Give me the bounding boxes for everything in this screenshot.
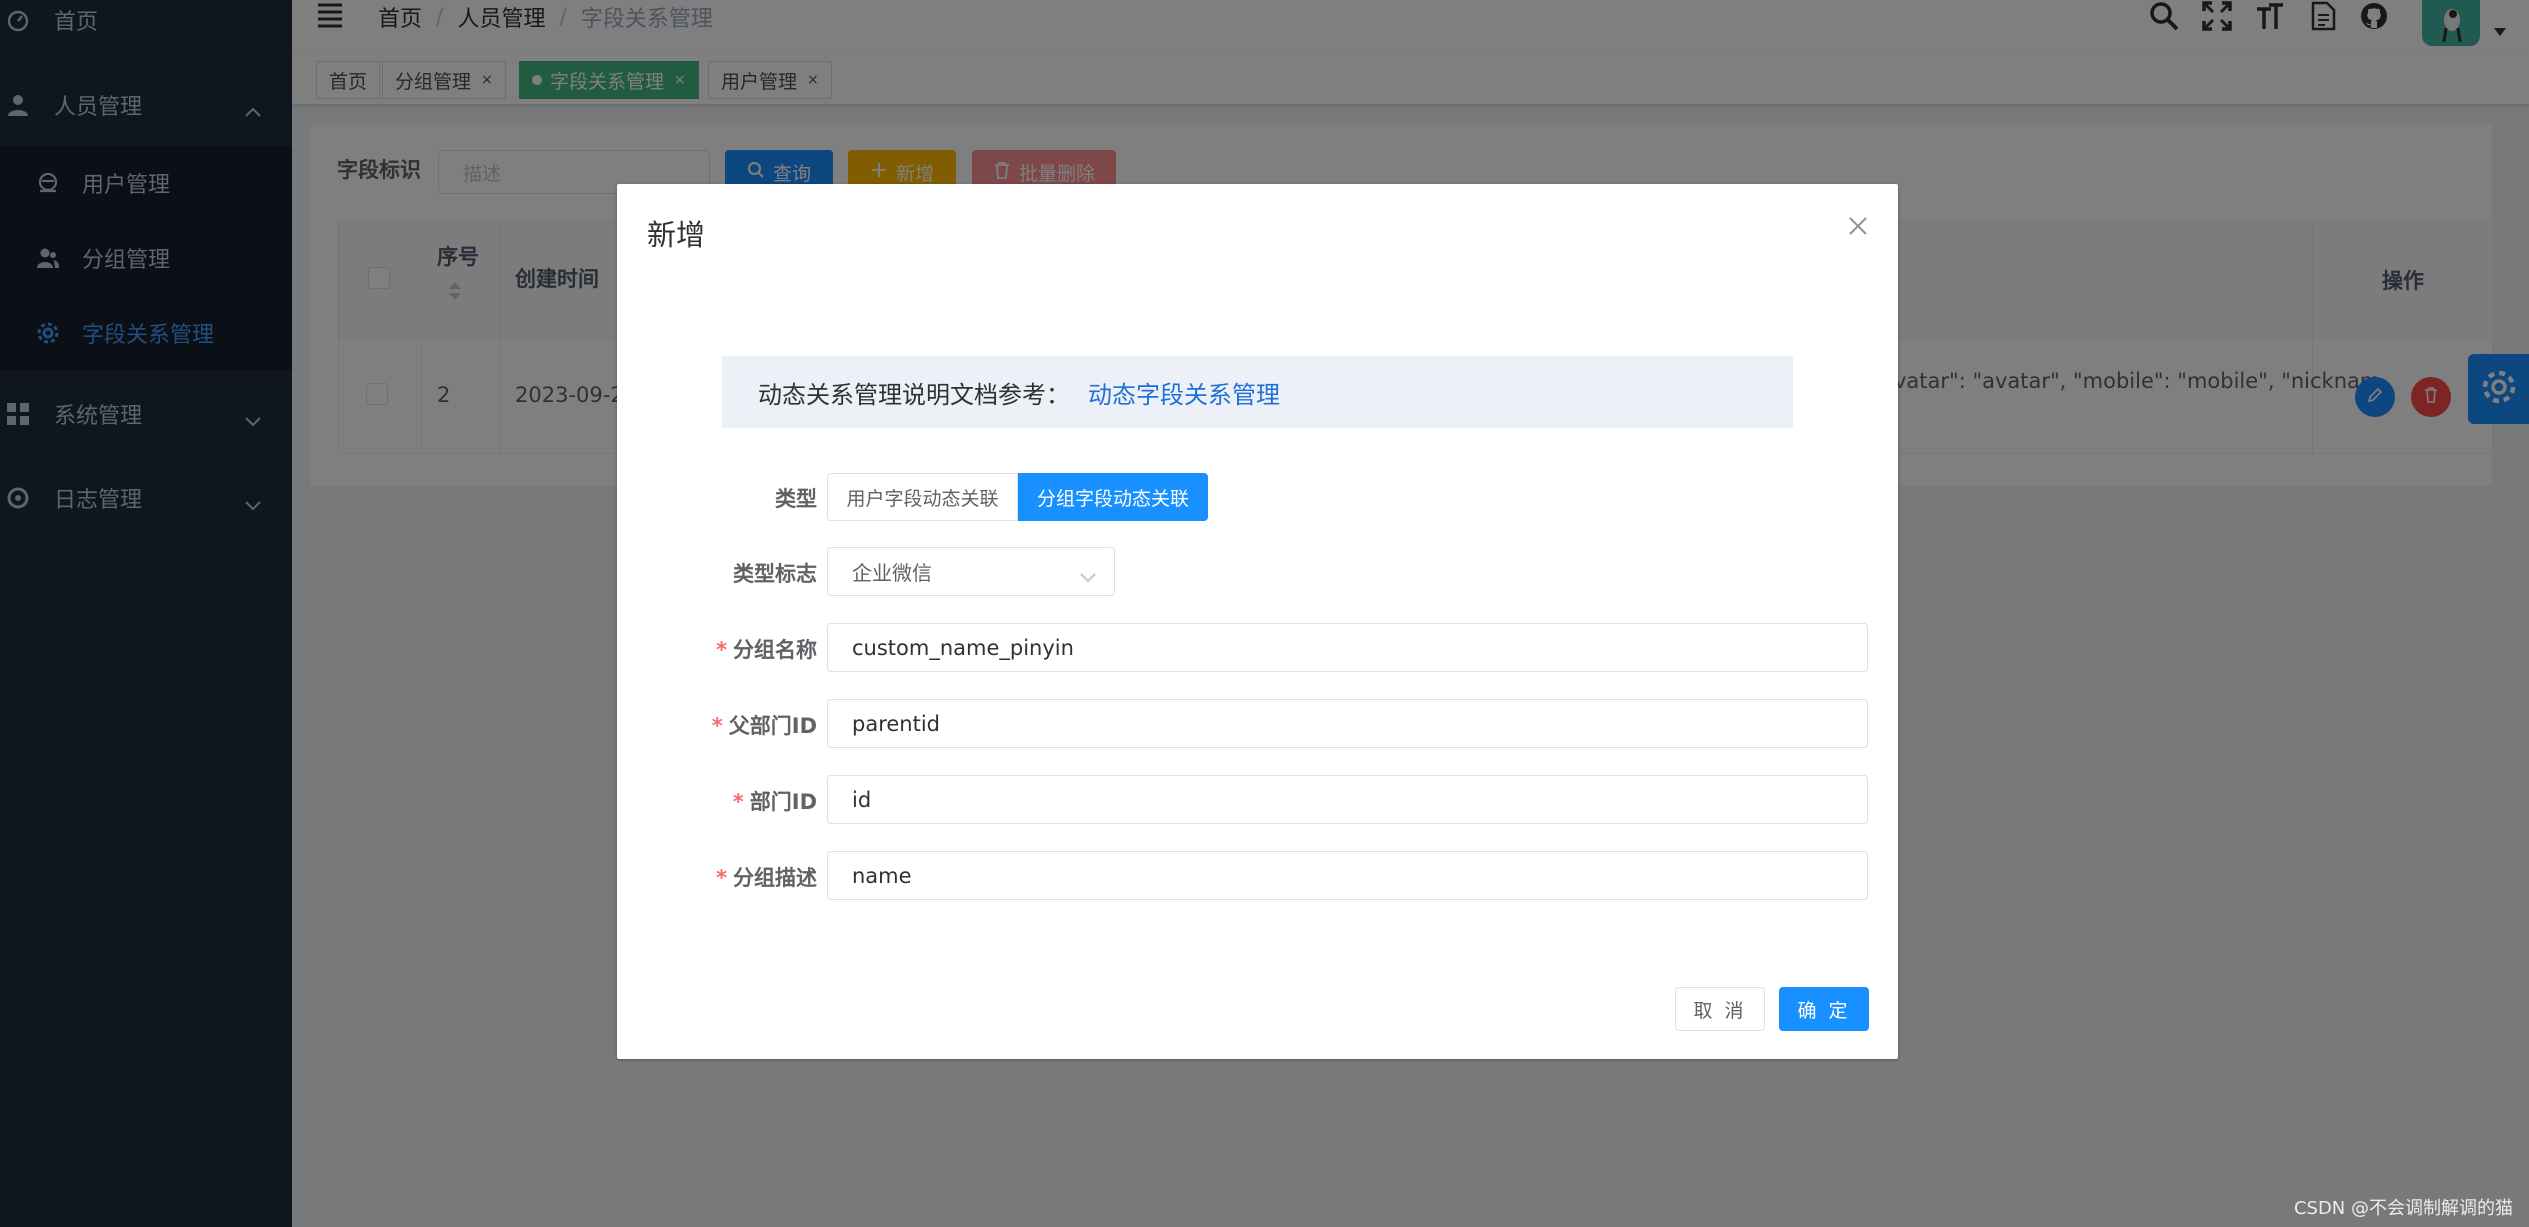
required-mark: *: [716, 638, 727, 662]
type-flag-value: 企业微信: [852, 561, 932, 585]
close-icon[interactable]: [1846, 214, 1870, 238]
group-desc-input[interactable]: name: [827, 851, 1868, 900]
confirm-button[interactable]: 确 定: [1779, 987, 1869, 1031]
doc-notice-text: 动态关系管理说明文档参考：: [758, 380, 1070, 409]
required-mark: *: [732, 790, 744, 814]
group-name-label-text: 分组名称: [733, 638, 817, 662]
add-dialog: 新增 动态关系管理说明文档参考： 动态字段关系管理 类型 用户字段动态关联 分组…: [617, 184, 1898, 1059]
type-flag-label: 类型标志: [733, 562, 817, 586]
parent-id-label-text: 父部门ID: [728, 714, 817, 738]
parent-id-label: * 父部门ID: [617, 710, 817, 740]
dept-id-input[interactable]: id: [827, 775, 1868, 824]
dialog-title: 新增: [647, 218, 706, 252]
type-flag-select[interactable]: 企业微信: [827, 547, 1115, 596]
chevron-down-icon: [1080, 565, 1096, 583]
parent-id-input[interactable]: parentid: [827, 699, 1868, 748]
doc-notice: 动态关系管理说明文档参考： 动态字段关系管理: [722, 356, 1793, 428]
required-mark: *: [711, 714, 723, 738]
required-mark: *: [716, 866, 727, 890]
group-desc-label-text: 分组描述: [733, 866, 817, 890]
cancel-button[interactable]: 取 消: [1675, 987, 1765, 1031]
group-desc-label: * 分组描述: [617, 862, 817, 892]
watermark: CSDN @不会调制解调的猫: [2293, 1198, 2513, 1219]
doc-link[interactable]: 动态字段关系管理: [1088, 375, 1280, 410]
type-radio-group: 用户字段动态关联 分组字段动态关联: [827, 473, 1208, 521]
radio-user-field[interactable]: 用户字段动态关联: [827, 473, 1018, 521]
group-name-input[interactable]: custom_name_pinyin: [827, 623, 1868, 672]
group-name-label: * 分组名称: [617, 634, 817, 664]
radio-group-field[interactable]: 分组字段动态关联: [1018, 473, 1208, 521]
type-label: 类型: [775, 487, 817, 511]
dept-id-label-text: 部门ID: [749, 790, 817, 814]
dept-id-label: * 部门ID: [617, 786, 817, 816]
